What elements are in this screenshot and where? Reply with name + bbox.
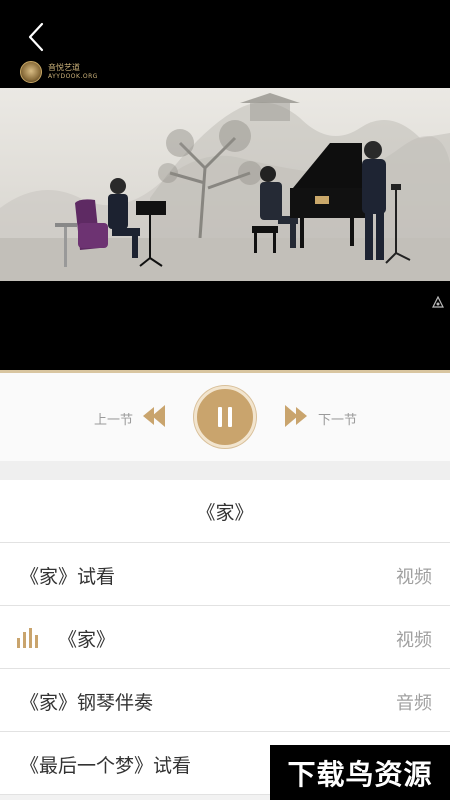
item-type: 视频 bbox=[396, 630, 432, 651]
pause-button[interactable] bbox=[194, 386, 256, 448]
item-name: 《最后一个梦》试看 bbox=[20, 755, 192, 777]
section-title: 《家》 bbox=[0, 480, 450, 543]
item-type: 音频 bbox=[396, 693, 432, 714]
download-badge: 下载鸟资源 bbox=[270, 745, 450, 800]
channel-watermark: 音悦艺道 AYYDOOK.ORG bbox=[20, 61, 98, 83]
badge-text: 下载鸟资源 bbox=[287, 757, 433, 791]
watermark-cn: 音悦艺道 bbox=[48, 63, 80, 72]
watermark-en: AYYDOOK.ORG bbox=[48, 73, 98, 80]
corner-logo-icon bbox=[432, 296, 444, 308]
prev-section-label[interactable]: 上一节 bbox=[94, 409, 133, 428]
item-name: 《家》试看 bbox=[20, 566, 116, 588]
channel-logo-icon bbox=[20, 61, 42, 83]
item-name: 《家》 bbox=[58, 629, 116, 651]
video-frame bbox=[0, 88, 450, 281]
section-spacer bbox=[0, 461, 450, 480]
item-name: 《家》钢琴伴奏 bbox=[20, 692, 154, 714]
list-item[interactable]: 《家》试看 视频 bbox=[0, 543, 450, 606]
back-arrow-icon[interactable] bbox=[22, 20, 52, 54]
next-section-label[interactable]: 下一节 bbox=[318, 409, 357, 428]
prev-arrow-icon[interactable] bbox=[142, 405, 166, 427]
list-item[interactable]: 《家》钢琴伴奏 音频 bbox=[0, 669, 450, 732]
item-type: 视频 bbox=[396, 567, 432, 588]
next-arrow-icon[interactable] bbox=[284, 405, 308, 427]
pause-icon bbox=[218, 407, 222, 427]
playing-equalizer-icon bbox=[17, 628, 41, 648]
concert-scene-image bbox=[0, 88, 450, 281]
list-item-playing[interactable]: 《家》 视频 bbox=[0, 606, 450, 669]
playback-controls: 上一节 下一节 bbox=[0, 373, 450, 461]
video-player[interactable]: 音悦艺道 AYYDOOK.ORG bbox=[0, 0, 450, 370]
